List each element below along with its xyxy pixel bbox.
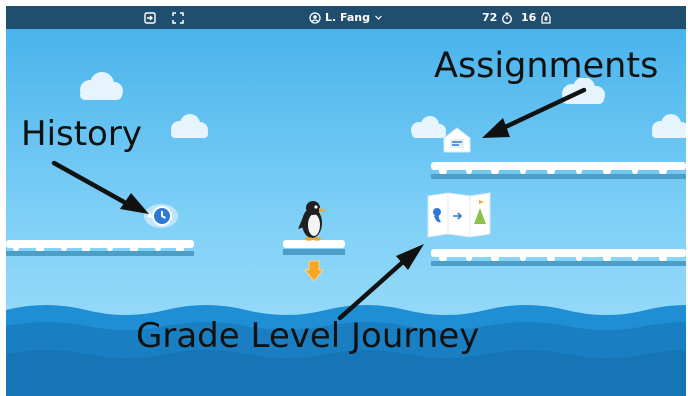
journey-annotation: Grade Level Journey <box>136 316 480 356</box>
assignments-annotation: Assignments <box>434 46 659 86</box>
game-screen: L. Fang 72 16 Assignments History Grade … <box>6 6 686 396</box>
history-annotation: History <box>21 114 142 154</box>
